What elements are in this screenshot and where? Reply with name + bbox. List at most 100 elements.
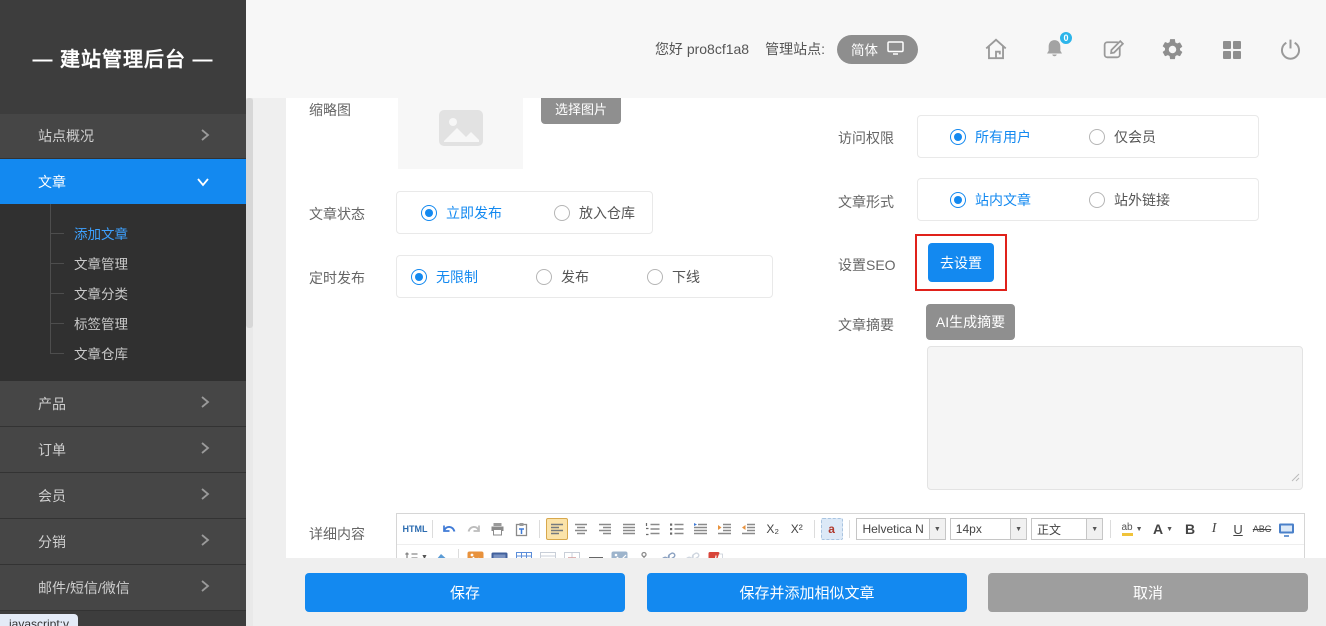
edit-icon[interactable] <box>1100 36 1127 63</box>
horizontal-rule-icon[interactable] <box>585 547 607 559</box>
bold-button[interactable]: B <box>1179 518 1201 540</box>
radio-unselected[interactable] <box>1089 192 1105 208</box>
html-source-button[interactable]: HTML <box>404 518 426 540</box>
underline-button[interactable]: U <box>1227 518 1249 540</box>
thumbnail-placeholder[interactable] <box>398 98 523 169</box>
insert-image-icon[interactable] <box>465 547 487 559</box>
ordered-list-icon[interactable] <box>642 518 664 540</box>
radio-option[interactable]: 下线 <box>647 267 700 287</box>
apps-grid-icon[interactable] <box>1218 36 1245 63</box>
radio-option-label[interactable]: 站外链接 <box>1114 190 1170 210</box>
highlight-color-button[interactable]: ab ▼ <box>1117 518 1147 540</box>
undo-icon[interactable] <box>439 518 461 540</box>
table-row-icon[interactable] <box>537 547 559 559</box>
paragraph-style-select[interactable]: 正文 ▼ <box>1031 518 1103 540</box>
indent-icon[interactable] <box>714 518 736 540</box>
radio-selected[interactable] <box>411 269 427 285</box>
insert-link-icon[interactable] <box>657 547 679 559</box>
fullscreen-icon[interactable] <box>1275 518 1297 540</box>
sidebar-item-label: 分销 <box>38 532 66 552</box>
save-and-add-similar-button[interactable]: 保存并添加相似文章 <box>647 573 967 612</box>
sidebar-item-orders[interactable]: 订单 <box>0 427 246 473</box>
power-icon[interactable] <box>1277 36 1304 63</box>
gear-icon[interactable] <box>1159 36 1186 63</box>
save-button[interactable]: 保存 <box>305 573 625 612</box>
anchor-icon[interactable] <box>633 547 655 559</box>
choose-image-button[interactable]: 选择图片 <box>541 98 621 124</box>
summary-textarea[interactable] <box>927 346 1303 490</box>
line-height-icon[interactable]: ▼ <box>404 547 428 559</box>
submenu-item-add-article[interactable]: 添加文章 <box>0 218 246 248</box>
radio-option[interactable]: 无限制 <box>411 267 478 287</box>
font-size-select[interactable]: 14px ▼ <box>950 518 1027 540</box>
insert-video-icon[interactable] <box>489 547 511 559</box>
ai-generate-summary-button[interactable]: AI生成摘要 <box>926 304 1015 340</box>
radio-selected[interactable] <box>950 192 966 208</box>
radio-option[interactable]: 所有用户 <box>950 127 1031 147</box>
unordered-list-icon[interactable] <box>666 518 688 540</box>
sidebar-item-distribution[interactable]: 分销 <box>0 519 246 565</box>
radio-option-label[interactable]: 立即发布 <box>446 203 502 223</box>
radio-option-label[interactable]: 仅会员 <box>1114 127 1156 147</box>
submenu-item-article-manage[interactable]: 文章管理 <box>0 248 246 278</box>
language-pill[interactable]: 简体 <box>837 35 918 64</box>
align-justify-icon[interactable] <box>618 518 640 540</box>
superscript-button[interactable]: X² <box>786 518 808 540</box>
radio-option[interactable]: 放入仓库 <box>554 203 635 223</box>
outdent-icon[interactable] <box>738 518 760 540</box>
radio-unselected[interactable] <box>647 269 663 285</box>
radio-unselected[interactable] <box>536 269 552 285</box>
scrollbar-thumb[interactable] <box>246 98 253 328</box>
subscript-button[interactable]: X₂ <box>762 518 784 540</box>
pdf-import-icon[interactable] <box>705 547 727 559</box>
first-line-indent-icon[interactable] <box>690 518 712 540</box>
radio-option[interactable]: 立即发布 <box>421 203 502 223</box>
radio-unselected[interactable] <box>554 205 570 221</box>
submenu-item-article-category[interactable]: 文章分类 <box>0 278 246 308</box>
paste-icon[interactable] <box>511 518 533 540</box>
radio-option-label[interactable]: 无限制 <box>436 267 478 287</box>
align-right-icon[interactable] <box>594 518 616 540</box>
radio-option-label[interactable]: 下线 <box>672 267 700 287</box>
sidebar-item-mail-sms-wechat[interactable]: 邮件/短信/微信 <box>0 565 246 611</box>
radio-selected[interactable] <box>950 129 966 145</box>
insert-map-icon[interactable] <box>609 547 631 559</box>
align-left-icon[interactable] <box>546 518 568 540</box>
eraser-icon[interactable] <box>430 547 452 559</box>
cancel-button[interactable]: 取消 <box>988 573 1308 612</box>
sidebar-item-products[interactable]: 产品 <box>0 381 246 427</box>
radio-option-label[interactable]: 所有用户 <box>975 127 1031 147</box>
seo-settings-button[interactable]: 去设置 <box>928 243 994 282</box>
notification-badge: 0 <box>1058 30 1074 46</box>
merge-cells-icon[interactable] <box>561 547 583 559</box>
bell-icon[interactable]: 0 <box>1041 36 1068 63</box>
radio-selected[interactable] <box>421 205 437 221</box>
radio-option-label[interactable]: 发布 <box>561 267 589 287</box>
radio-option[interactable]: 站内文章 <box>950 190 1031 210</box>
sidebar-item-articles[interactable]: 文章 <box>0 159 246 204</box>
font-family-select[interactable]: Helvetica N ▼ <box>856 518 945 540</box>
submenu-item-article-warehouse[interactable]: 文章仓库 <box>0 338 246 368</box>
insert-table-icon[interactable] <box>513 547 535 559</box>
align-center-icon[interactable] <box>570 518 592 540</box>
sidebar-item-site-overview[interactable]: 站点概况 <box>0 114 246 159</box>
radio-option-label[interactable]: 放入仓库 <box>579 203 635 223</box>
sidebar-item-members[interactable]: 会员 <box>0 473 246 519</box>
submenu-item-tag-manage[interactable]: 标签管理 <box>0 308 246 338</box>
strikethrough-button[interactable]: ABC <box>1251 518 1273 540</box>
unlink-icon[interactable] <box>681 547 703 559</box>
italic-button[interactable]: I <box>1203 518 1225 540</box>
redo-icon[interactable] <box>463 518 485 540</box>
home-icon[interactable] <box>982 36 1009 63</box>
auto-typeset-button[interactable]: a <box>821 518 843 540</box>
radio-option[interactable]: 发布 <box>536 267 589 287</box>
font-color-button[interactable]: A ▼ <box>1149 518 1177 540</box>
resize-grip-icon[interactable] <box>1290 469 1300 487</box>
radio-option-label[interactable]: 站内文章 <box>975 190 1031 210</box>
radio-option[interactable]: 站外链接 <box>1089 190 1170 210</box>
radio-option[interactable]: 仅会员 <box>1089 127 1156 147</box>
content-scrollbar[interactable] <box>246 98 253 626</box>
highlight-label: ab <box>1122 522 1133 536</box>
radio-unselected[interactable] <box>1089 129 1105 145</box>
print-icon[interactable] <box>487 518 509 540</box>
